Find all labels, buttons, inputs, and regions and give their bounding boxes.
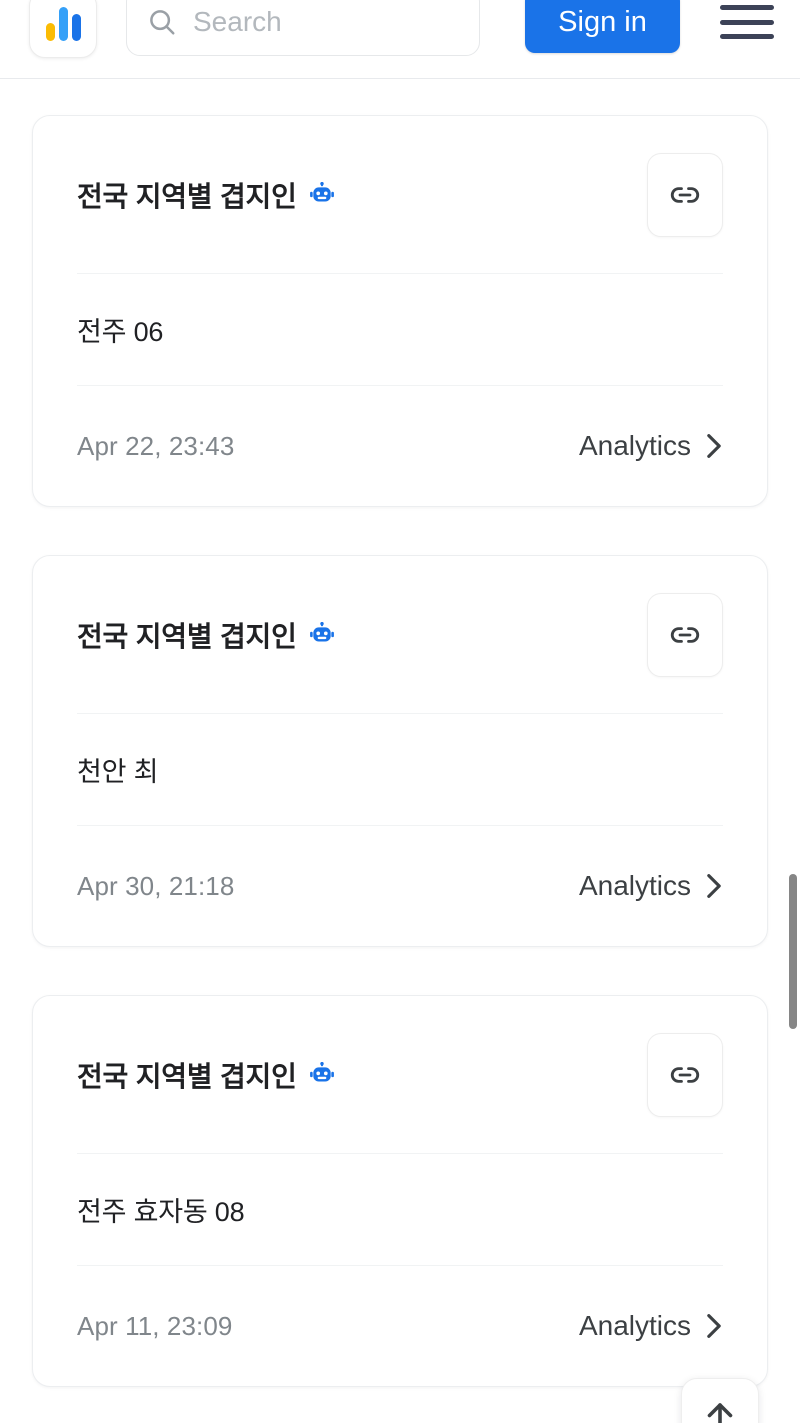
link-icon: [670, 1066, 700, 1083]
chevron-right-icon: [707, 1314, 721, 1338]
card-header: 전국 지역별 겹지인: [77, 116, 723, 274]
analytics-label: Analytics: [578, 430, 691, 461]
robot-icon: [309, 181, 334, 201]
copy-link-button[interactable]: [647, 592, 723, 677]
card-header: 전국 지역별 겹지인: [77, 556, 723, 714]
copy-link-button[interactable]: [647, 1032, 723, 1117]
card-title: 전국 지역별 겹지인: [77, 1060, 297, 1092]
app-header: Sign in: [0, 0, 800, 79]
card-title-row: 전국 지역별 겹지인: [77, 615, 335, 655]
search-box[interactable]: [126, 0, 480, 56]
card-title: 전국 지역별 겹지인: [77, 620, 297, 652]
card-title-row: 전국 지역별 겹지인: [77, 1055, 335, 1095]
card-footer: Apr 22, 23:43 Analytics: [77, 386, 723, 506]
hamburger-menu-icon[interactable]: [720, 0, 774, 44]
scroll-to-top-button[interactable]: [681, 1378, 759, 1423]
analytics-link[interactable]: Analytics: [579, 870, 723, 902]
link-icon: [670, 626, 700, 643]
card-footer: Apr 30, 21:18 Analytics: [77, 826, 723, 946]
robot-icon: [309, 1061, 334, 1081]
analytics-label: Analytics: [578, 870, 691, 901]
sign-in-button[interactable]: Sign in: [525, 0, 680, 53]
card-detail: 전주 06: [77, 274, 723, 386]
search-input[interactable]: [193, 6, 443, 38]
chevron-right-icon: [707, 874, 721, 898]
card-timestamp: Apr 30, 21:18: [77, 870, 235, 901]
logo-button[interactable]: [29, 0, 97, 58]
scrollbar-track[interactable]: [786, 79, 800, 1423]
chevron-right-icon: [707, 434, 721, 458]
card-header: 전국 지역별 겹지인: [77, 996, 723, 1154]
card-title: 전국 지역별 겹지인: [77, 180, 297, 212]
list-item[interactable]: 전국 지역별 겹지인: [32, 115, 768, 507]
list-item[interactable]: 전국 지역별 겹지인: [32, 995, 768, 1387]
app-root: Sign in 전국 지역별 겹지인: [0, 0, 800, 1423]
card-list: 전국 지역별 겹지인 전주 06 Apr 22, 23:43 Analytics…: [0, 79, 800, 1423]
robot-icon: [309, 621, 334, 641]
card-timestamp: Apr 22, 23:43: [77, 430, 235, 461]
list-item[interactable]: 전국 지역별 겹지인: [32, 555, 768, 947]
card-timestamp: Apr 11, 23:09: [77, 1310, 233, 1341]
copy-link-button[interactable]: [647, 152, 723, 237]
card-detail: 천안 최: [77, 714, 723, 826]
analytics-label: Analytics: [578, 1310, 691, 1341]
card-title-row: 전국 지역별 겹지인: [77, 175, 335, 215]
search-icon: [150, 10, 175, 35]
analytics-link[interactable]: Analytics: [579, 1310, 723, 1342]
scrollbar-thumb[interactable]: [789, 874, 797, 1029]
bar-chart-logo-icon: [45, 7, 81, 41]
card-detail: 전주 효자동 08: [77, 1154, 723, 1266]
analytics-link[interactable]: Analytics: [579, 430, 723, 462]
arrow-up-icon: [707, 1403, 733, 1423]
link-icon: [670, 186, 700, 203]
card-footer: Apr 11, 23:09 Analytics: [77, 1266, 723, 1386]
